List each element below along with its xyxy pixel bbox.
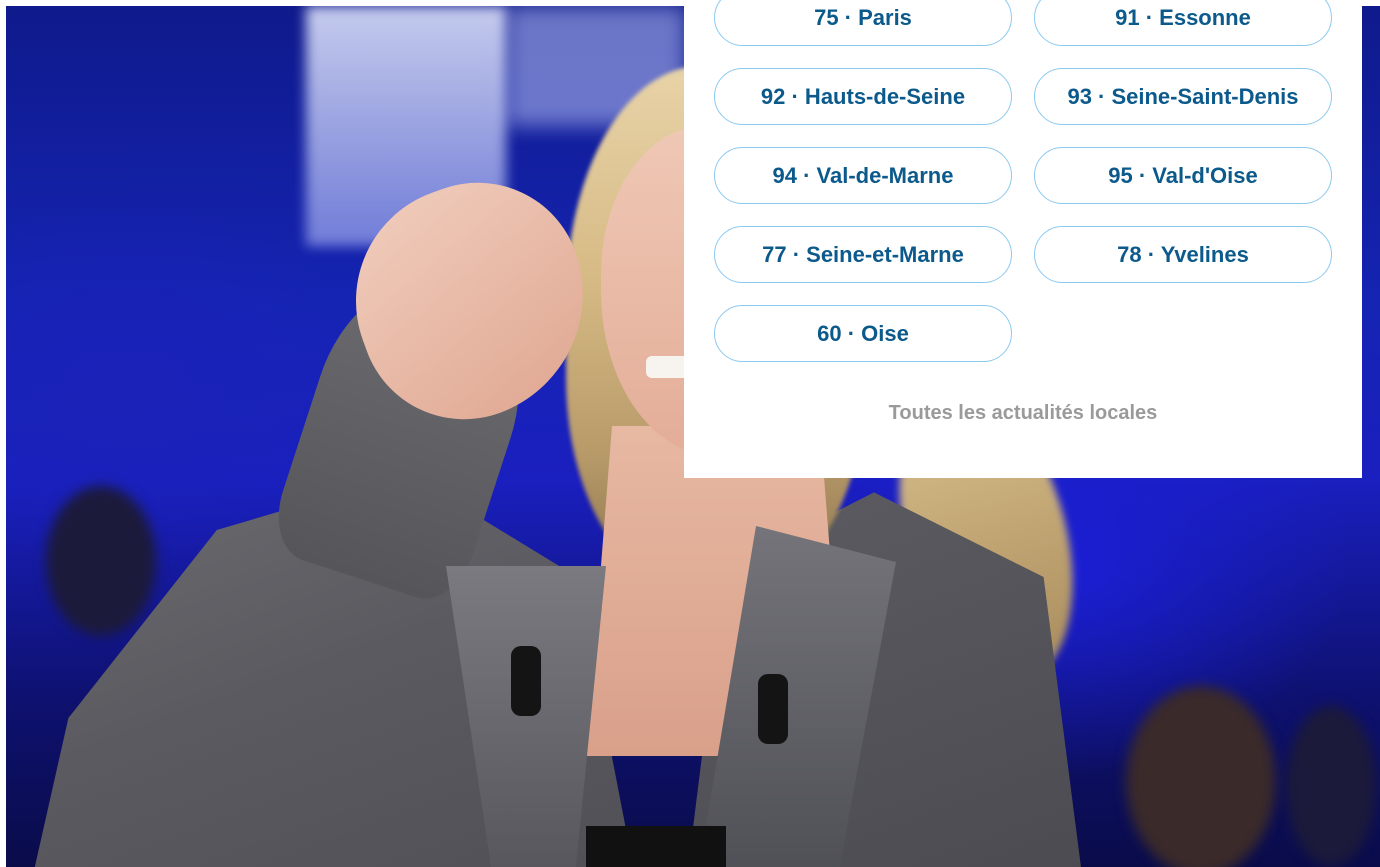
department-button-hauts-de-seine[interactable]: 92 · Hauts-de-Seine xyxy=(714,68,1012,125)
department-button-val-de-marne[interactable]: 94 · Val-de-Marne xyxy=(714,147,1012,204)
department-button-seine-et-marne[interactable]: 77 · Seine-et-Marne xyxy=(714,226,1012,283)
department-button-paris[interactable]: 75 · Paris xyxy=(714,0,1012,46)
page: 75 · Paris 91 · Essonne 92 · Hauts-de-Se… xyxy=(0,0,1380,867)
department-button-yvelines[interactable]: 78 · Yvelines xyxy=(1034,226,1332,283)
audience-silhouette xyxy=(46,486,156,636)
audience-silhouette xyxy=(1126,686,1276,867)
department-list: 75 · Paris 91 · Essonne 92 · Hauts-de-Se… xyxy=(714,0,1332,362)
department-button-val-d-oise[interactable]: 95 · Val-d'Oise xyxy=(1034,147,1332,204)
all-local-news-link[interactable]: Toutes les actualités locales xyxy=(684,402,1362,425)
lavalier-mic xyxy=(511,646,541,716)
department-button-seine-saint-denis[interactable]: 93 · Seine-Saint-Denis xyxy=(1034,68,1332,125)
department-button-essonne[interactable]: 91 · Essonne xyxy=(1034,0,1332,46)
department-button-oise[interactable]: 60 · Oise xyxy=(714,305,1012,362)
camisole xyxy=(586,826,726,867)
lavalier-mic xyxy=(758,674,788,744)
local-news-dropdown: 75 · Paris 91 · Essonne 92 · Hauts-de-Se… xyxy=(684,0,1362,478)
audience-silhouette xyxy=(1286,706,1376,866)
